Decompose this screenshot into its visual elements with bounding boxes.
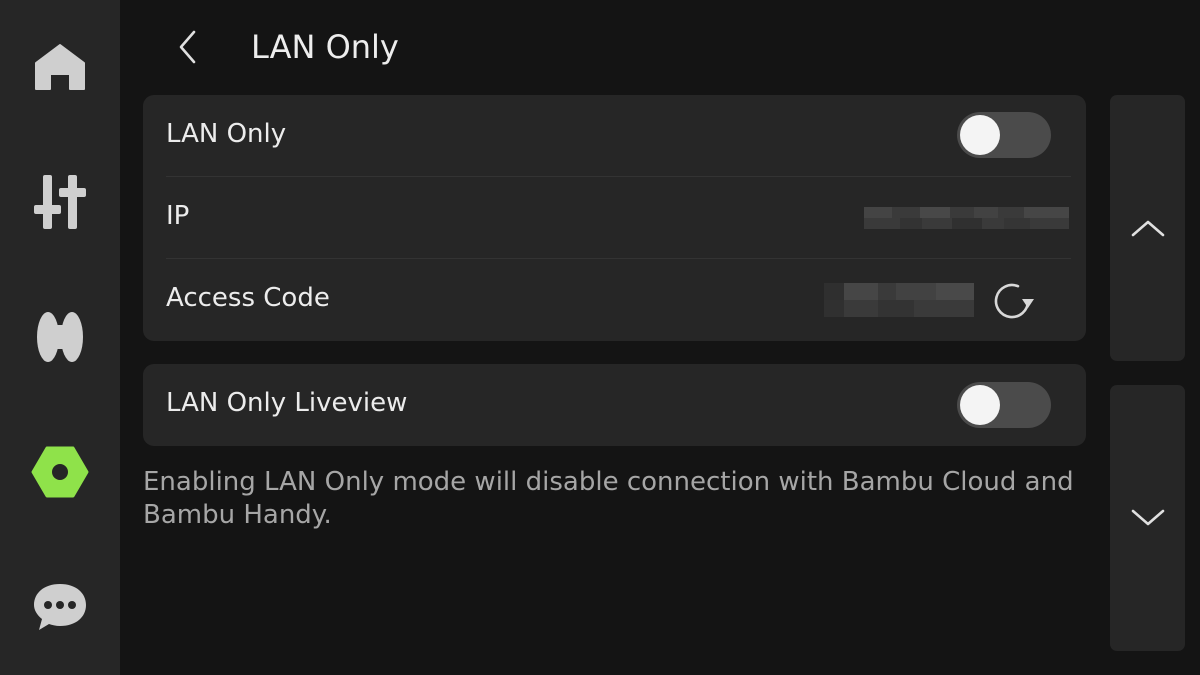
toggle-knob [960, 115, 1000, 155]
nav-item-settings[interactable] [0, 422, 120, 522]
ip-label: IP [166, 201, 190, 231]
toggle-knob [960, 385, 1000, 425]
ip-value-masked [864, 203, 1069, 233]
lan-only-description: Enabling LAN Only mode will disable conn… [143, 467, 1074, 530]
ip-row: IP [143, 177, 1086, 259]
sliders-icon [34, 175, 86, 229]
access-code-row: Access Code [143, 259, 1086, 341]
settings-nut-icon [31, 446, 89, 498]
refresh-access-code-button[interactable] [989, 276, 1039, 326]
scroll-up-button[interactable] [1110, 95, 1185, 361]
nav-item-messages[interactable] [0, 557, 120, 657]
chevron-down-icon [1131, 509, 1164, 526]
lan-only-liveview-toggle[interactable] [957, 382, 1051, 428]
back-button[interactable] [160, 22, 216, 72]
sidebar [0, 0, 120, 675]
lan-only-toggle[interactable] [957, 112, 1051, 158]
lan-only-liveview-row: LAN Only Liveview [143, 364, 1086, 446]
home-icon [35, 44, 85, 90]
nav-item-home[interactable] [0, 17, 120, 117]
chevron-up-icon [1131, 220, 1164, 237]
chevron-left-icon [179, 30, 196, 64]
refresh-icon [994, 283, 1034, 319]
filament-spool-icon [37, 312, 83, 362]
lan-only-label: LAN Only [166, 119, 287, 149]
lan-only-row: LAN Only [143, 95, 1086, 177]
access-code-value-masked [824, 281, 974, 319]
lan-settings-card: LAN Only IP Access Code [143, 95, 1086, 341]
page-title: LAN Only [251, 28, 399, 66]
nav-item-filament[interactable] [0, 287, 120, 387]
liveview-card: LAN Only Liveview [143, 364, 1086, 446]
nav-item-controls[interactable] [0, 152, 120, 252]
lan-only-liveview-label: LAN Only Liveview [166, 388, 408, 418]
scroll-down-button[interactable] [1110, 385, 1185, 651]
chat-bubble-icon [34, 584, 86, 630]
access-code-label: Access Code [166, 283, 330, 313]
